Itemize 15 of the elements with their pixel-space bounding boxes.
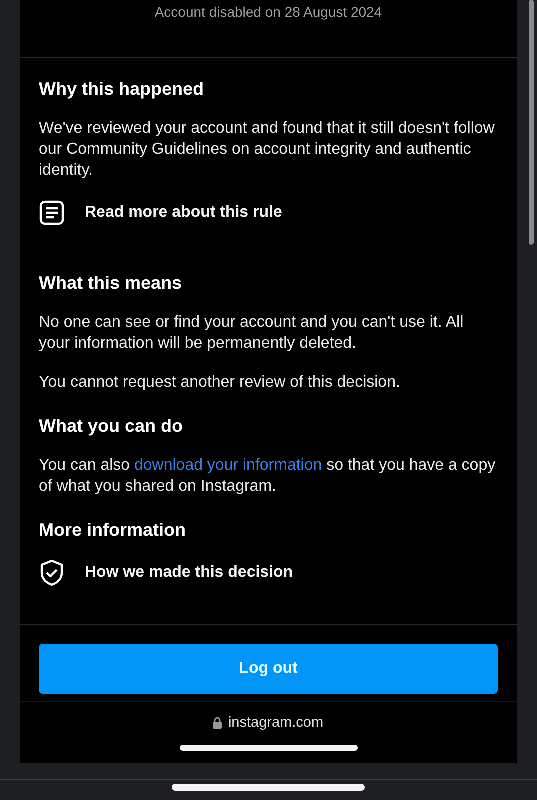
paragraph: We've reviewed your account and found that it still doesn't follow our Community Guidelines on account integrity and authentic identity. [39, 119, 496, 181]
url-text[interactable]: instagram.com [228, 715, 324, 731]
paragraph: You can also download your information so that you have a copy of what you shared on Instagram. [39, 456, 497, 497]
section-heading: What this means [39, 272, 184, 294]
shield-check-icon [39, 559, 65, 587]
status-text: Account disabled on 28 August 2024 [154, 4, 382, 20]
section-heading: What you can do [39, 415, 184, 437]
paragraph: You cannot request another review of this decision. [39, 373, 402, 393]
paragraph: No one can see or find your account and you can't use it. All your information will be permanently deleted. [39, 313, 465, 354]
document-icon [39, 200, 65, 226]
section-heading: More information [39, 519, 187, 541]
section-heading: Why this happened [39, 78, 206, 100]
info-link[interactable]: How we made this decision [85, 564, 294, 582]
download-link[interactable]: download your information [134, 457, 322, 474]
info-link[interactable]: Read more about this rule [85, 204, 282, 222]
